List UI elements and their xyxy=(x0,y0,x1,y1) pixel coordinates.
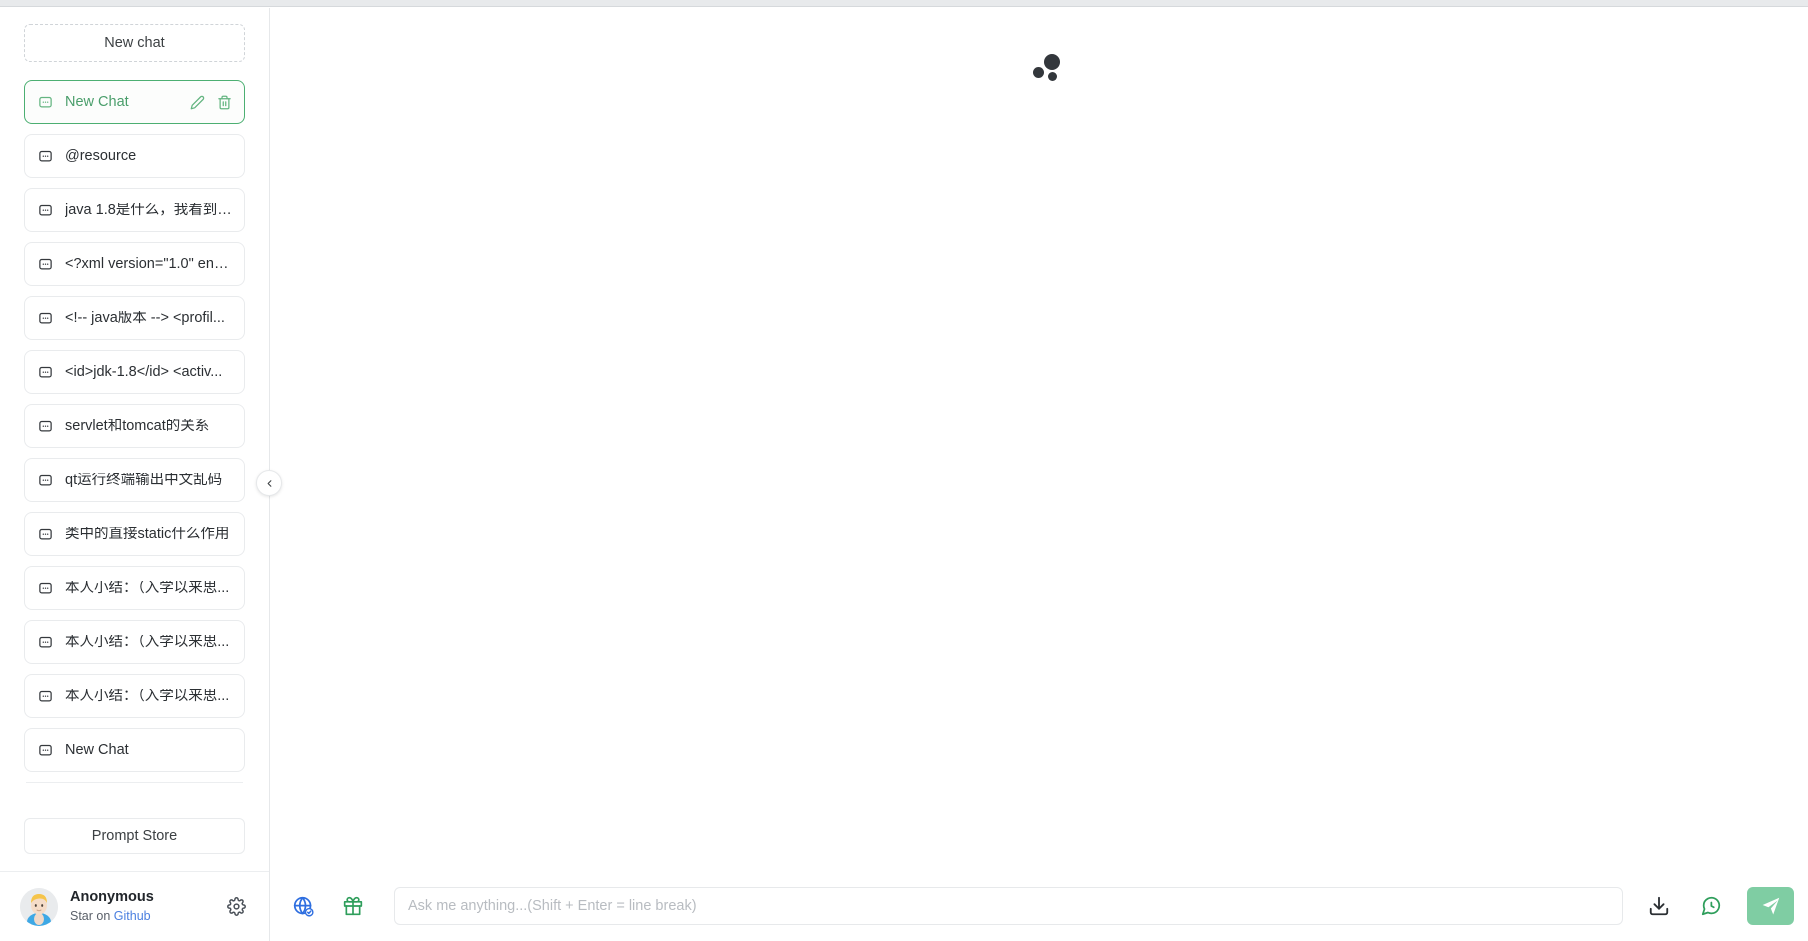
prompt-store-label: Prompt Store xyxy=(91,828,178,844)
history-button[interactable] xyxy=(1697,892,1725,920)
chat-list-item[interactable]: 本人小结：（入学以来思... xyxy=(24,566,245,610)
web-search-toggle-button[interactable] xyxy=(290,893,316,919)
user-subtitle: Star on Github xyxy=(70,908,225,925)
message-square-icon xyxy=(38,312,52,323)
sidebar: New chat New Chat @resource java 1.8是什么，我看… xyxy=(0,8,270,941)
message-square-icon xyxy=(37,256,53,272)
logo-dot-small xyxy=(1048,72,1057,81)
settings-button[interactable] xyxy=(225,896,247,918)
user-meta: Anonymous Star on Github xyxy=(70,888,225,924)
message-square-icon xyxy=(37,742,53,758)
chat-list-item-label: 本人小结：（入学以来思... xyxy=(65,688,230,704)
user-avatar-icon xyxy=(20,887,58,926)
chat-list-item[interactable]: New Chat xyxy=(24,728,245,772)
logo-dot-large xyxy=(1044,54,1060,70)
chat-list-item-label: 本人小结：（入学以来思... xyxy=(65,580,230,596)
message-square-icon xyxy=(37,364,53,380)
message-square-icon xyxy=(38,528,52,539)
chat-list-item-label: @resource xyxy=(65,148,137,164)
chat-list-item-label: New Chat xyxy=(65,742,129,758)
avatar[interactable] xyxy=(20,887,58,926)
download-button[interactable] xyxy=(1645,892,1673,920)
new-chat-button-label: New chat xyxy=(104,35,165,51)
chat-list-item[interactable]: <id>jdk-1.8</id> <activ... xyxy=(24,350,245,394)
message-square-icon xyxy=(38,420,52,431)
chat-list-item-label: New Chat xyxy=(65,94,129,110)
clock-history-icon xyxy=(1701,896,1721,916)
chat-list-item[interactable]: servlet和tomcat的关系 xyxy=(24,404,245,448)
chat-list-divider xyxy=(26,782,243,783)
chat-list-item[interactable]: New Chat xyxy=(24,80,245,124)
message-square-icon xyxy=(38,366,52,377)
prompt-input[interactable] xyxy=(394,887,1623,925)
chat-list-item-label: <?xml version="1.0" enc... xyxy=(65,256,232,272)
chat-list-item-actions xyxy=(190,95,232,110)
app-window: New chat New Chat @resource java 1.8是什么，我看… xyxy=(0,0,1808,941)
trash-icon xyxy=(218,95,231,109)
chat-list-item[interactable]: 本人小结：（入学以来思... xyxy=(24,674,245,718)
chat-list-item-label: <id>jdk-1.8</id> <activ... xyxy=(65,364,223,380)
globe-check-icon xyxy=(293,896,314,917)
github-link[interactable]: Github xyxy=(114,909,151,923)
chat-list-item-label: <!-- java版本 --> <profil... xyxy=(65,310,225,326)
message-square-icon xyxy=(37,94,53,110)
logo-dot-medium xyxy=(1033,67,1044,78)
message-square-icon xyxy=(37,688,53,704)
message-square-icon xyxy=(38,150,52,161)
user-bar: Anonymous Star on Github xyxy=(0,871,269,941)
message-square-icon xyxy=(38,744,52,755)
message-square-icon xyxy=(37,526,53,542)
message-square-icon xyxy=(38,474,52,485)
conversation-area xyxy=(270,8,1808,871)
window-top-strip xyxy=(0,0,1808,7)
chat-rename-button[interactable] xyxy=(190,95,205,110)
message-square-icon xyxy=(38,690,52,701)
message-square-icon xyxy=(37,472,53,488)
message-square-icon xyxy=(38,204,52,215)
chat-delete-button[interactable] xyxy=(217,95,232,110)
message-square-icon xyxy=(37,310,53,326)
message-square-icon xyxy=(37,634,53,650)
edit-pencil-icon xyxy=(190,95,205,109)
chat-list-item[interactable]: <?xml version="1.0" enc... xyxy=(24,242,245,286)
chat-list-item-label: 本人小结：（入学以来思... xyxy=(65,634,230,650)
send-paper-plane-icon xyxy=(1762,897,1780,914)
sidebar-collapse-button[interactable] xyxy=(256,470,282,496)
gift-button[interactable] xyxy=(340,893,366,919)
sidebar-footer: Prompt Store xyxy=(0,800,269,854)
message-square-icon xyxy=(37,148,53,164)
chat-list-item[interactable]: @resource xyxy=(24,134,245,178)
chat-list-item[interactable]: 本人小结：（入学以来思... xyxy=(24,620,245,664)
new-chat-button[interactable]: New chat xyxy=(24,24,245,62)
user-subtitle-prefix: Star on xyxy=(70,908,114,923)
chat-list-item-label: qt运行终端输出中文乱码 xyxy=(65,472,223,488)
message-square-icon xyxy=(38,582,52,593)
chat-history-list: New Chat @resource java 1.8是什么，我看到我... <?xm… xyxy=(24,80,245,772)
composer-bar xyxy=(270,871,1808,941)
main-panel xyxy=(270,8,1808,941)
chat-list-item-label: 类中的直接static什么作用 xyxy=(65,526,230,542)
chat-list-item[interactable]: qt运行终端输出中文乱码 xyxy=(24,458,245,502)
user-name: Anonymous xyxy=(70,889,154,906)
message-square-icon xyxy=(37,418,53,434)
message-square-icon xyxy=(37,202,53,218)
chat-list-item[interactable]: <!-- java版本 --> <profil... xyxy=(24,296,245,340)
message-square-icon xyxy=(38,258,52,269)
download-icon xyxy=(1649,896,1669,916)
message-square-icon xyxy=(38,636,52,647)
message-square-icon xyxy=(38,96,52,107)
prompt-store-button[interactable]: Prompt Store xyxy=(24,818,245,854)
send-button[interactable] xyxy=(1747,887,1794,925)
message-square-icon xyxy=(37,580,53,596)
chat-list-item[interactable]: 类中的直接static什么作用 xyxy=(24,512,245,556)
three-dots-logo xyxy=(1033,50,1067,84)
gift-icon xyxy=(343,896,363,916)
gear-icon xyxy=(226,897,246,916)
sidebar-chat-list: New chat New Chat @resource java 1.8是什么，我看… xyxy=(0,8,269,800)
chevron-left-icon xyxy=(267,479,271,487)
chat-list-item[interactable]: java 1.8是什么，我看到我... xyxy=(24,188,245,232)
chat-list-item-label: servlet和tomcat的关系 xyxy=(65,418,210,434)
chat-list-item-label: java 1.8是什么，我看到我... xyxy=(65,202,232,218)
